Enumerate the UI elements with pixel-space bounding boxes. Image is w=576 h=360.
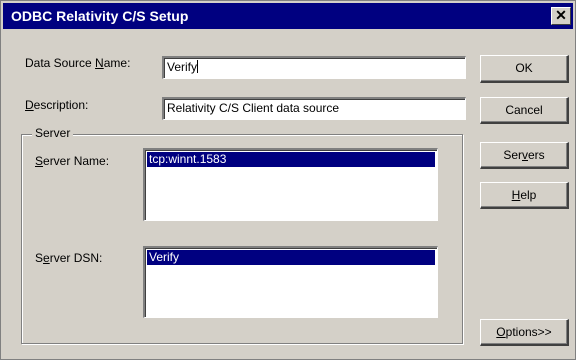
data-source-name-label: Data Source Name: [25,56,131,70]
text-caret [197,60,199,73]
close-icon: ✕ [555,7,567,23]
title-bar[interactable]: ODBC Relativity C/S Setup ✕ [3,3,573,29]
ok-button[interactable]: OK [480,55,569,83]
options-button[interactable]: Options>> [480,319,569,346]
help-button[interactable]: Help [480,182,569,209]
server-dsn-label: Server DSN: [35,251,103,265]
server-group-label: Server [32,126,74,140]
server-name-label: Server Name: [35,154,110,168]
data-source-name-input[interactable]: Verify [162,56,466,79]
close-button[interactable]: ✕ [551,7,571,25]
window-title: ODBC Relativity C/S Setup [11,8,189,24]
cancel-button[interactable]: Cancel [480,97,569,124]
server-dsn-selected-item[interactable]: Verify [147,250,435,265]
odbc-setup-dialog: ODBC Relativity C/S Setup ✕ Data Source … [0,0,576,360]
server-name-list[interactable]: tcp:winnt.1583 [143,148,438,221]
description-input[interactable]: Relativity C/S Client data source [162,97,466,120]
servers-button[interactable]: Servers [480,142,569,169]
server-dsn-list[interactable]: Verify [143,246,438,318]
description-label: Description: [25,98,89,112]
server-name-selected-item[interactable]: tcp:winnt.1583 [147,152,435,167]
